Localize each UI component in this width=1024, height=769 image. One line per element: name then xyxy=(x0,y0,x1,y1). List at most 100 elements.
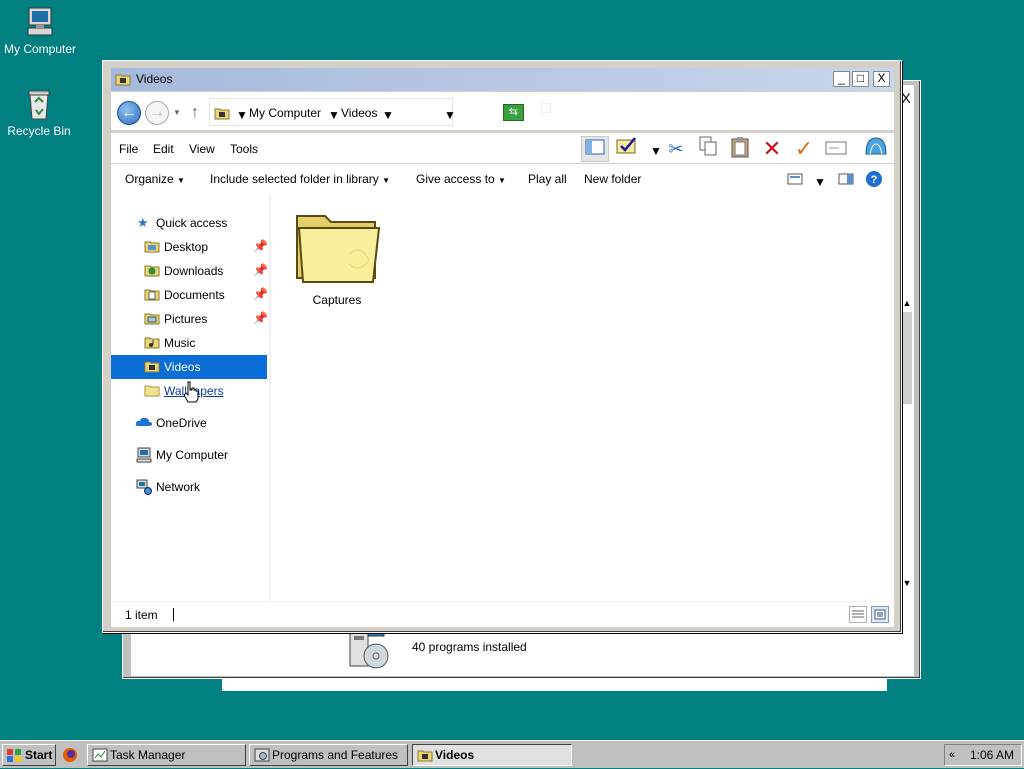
music-folder-icon xyxy=(144,335,160,352)
pin-icon[interactable]: 📌 xyxy=(253,287,268,301)
task-label: Programs and Features xyxy=(272,748,399,762)
documents-folder-icon xyxy=(144,287,160,304)
pin-icon[interactable]: 📌 xyxy=(253,239,268,253)
windows-logo-icon xyxy=(6,748,22,769)
apply-icon[interactable]: ✓ xyxy=(790,136,818,162)
desktop-icon-my-computer[interactable]: My Computer xyxy=(0,6,80,56)
pictures-folder-icon xyxy=(144,311,160,328)
scroll-down-arrow-icon[interactable]: ▼ xyxy=(900,576,914,590)
up-arrow-icon[interactable]: ↑ xyxy=(191,104,199,122)
play-all-button[interactable]: Play all xyxy=(528,172,567,186)
start-label: Start xyxy=(25,748,53,762)
nav-label: My Computer xyxy=(156,448,229,462)
nav-my-computer[interactable]: My Computer xyxy=(111,443,267,467)
nav-network[interactable]: Network xyxy=(111,475,267,499)
nav-label: OneDrive xyxy=(156,416,207,430)
computer-icon xyxy=(136,447,152,466)
menu-edit[interactable]: Edit xyxy=(153,142,174,156)
title-bar[interactable]: Videos _ □ X xyxy=(111,68,894,91)
task-label: Task Manager xyxy=(110,748,186,762)
svg-text:?: ? xyxy=(871,174,878,186)
firefox-icon[interactable] xyxy=(62,747,78,766)
close-button[interactable]: X xyxy=(873,71,890,87)
maximize-button[interactable]: □ xyxy=(852,71,869,87)
internet-icon[interactable] xyxy=(862,136,890,162)
nav-label: Pictures xyxy=(164,312,208,326)
nav-quick-access[interactable]: ★ Quick access xyxy=(111,211,267,235)
help-icon[interactable]: ? xyxy=(865,170,883,191)
rename-icon[interactable] xyxy=(822,136,850,162)
chevron-down-icon[interactable]: ▼ xyxy=(328,108,340,122)
menu-view[interactable]: View xyxy=(189,142,215,156)
chevron-down-icon[interactable]: ▼ xyxy=(814,175,826,189)
search-input[interactable] xyxy=(541,103,551,113)
command-bar: Organize ▼ Include selected folder in li… xyxy=(111,164,894,194)
desktop-icon-recycle-bin[interactable]: Recycle Bin xyxy=(0,88,79,138)
task-videos[interactable]: Videos xyxy=(412,744,572,766)
include-in-library-label: Include selected folder in library xyxy=(210,172,379,186)
nav-item-pictures[interactable]: Pictures 📌 xyxy=(111,307,268,331)
nav-item-videos[interactable]: Videos xyxy=(111,355,267,379)
hand-cursor-icon xyxy=(183,381,199,406)
folder-icon xyxy=(144,383,160,400)
preview-pane-icon[interactable] xyxy=(838,173,854,188)
cut-icon[interactable]: ✂ xyxy=(662,136,690,162)
show-hidden-icons-button[interactable]: « xyxy=(949,745,955,765)
start-button[interactable]: Start xyxy=(2,744,56,766)
delete-icon[interactable]: ✕ xyxy=(758,136,786,162)
videos-folder-icon xyxy=(417,748,433,765)
chevron-down-icon[interactable]: ▼ xyxy=(236,108,248,122)
chevron-down-icon[interactable]: ▼ xyxy=(382,108,394,122)
address-history-chevron-icon[interactable]: ▼ xyxy=(444,108,456,122)
refresh-button[interactable]: ⇆ xyxy=(503,104,524,121)
taskbar: Start Task Manager Programs and Features… xyxy=(0,740,1024,768)
layout-icon[interactable] xyxy=(581,136,609,162)
programs-icon xyxy=(254,748,270,765)
nav-item-desktop[interactable]: Desktop 📌 xyxy=(111,235,268,259)
folder-label: Captures xyxy=(312,293,362,307)
copy-icon[interactable] xyxy=(694,136,722,162)
breadcrumb-my-computer[interactable]: My Computer xyxy=(249,106,321,120)
pin-icon[interactable]: 📌 xyxy=(253,263,268,277)
nav-onedrive[interactable]: OneDrive xyxy=(111,411,267,435)
file-list[interactable]: Captures xyxy=(271,194,894,601)
chevron-down-icon: ▼ xyxy=(382,176,391,185)
address-bar[interactable]: ▼ My Computer ▼ Videos ▼ ▼ xyxy=(209,98,456,126)
system-tray: « 1:06 AM xyxy=(944,744,1022,766)
forward-button[interactable]: → xyxy=(145,101,169,125)
back-button[interactable]: ← xyxy=(117,101,141,125)
chevron-down-icon: ▼ xyxy=(498,176,506,185)
minimize-button[interactable]: _ xyxy=(833,71,850,87)
nav-item-downloads[interactable]: Downloads 📌 xyxy=(111,259,268,283)
menu-file[interactable]: File xyxy=(119,142,138,156)
task-programs-and-features[interactable]: Programs and Features xyxy=(249,744,408,766)
explorer-window[interactable]: Videos _ □ X ← → ▼ ↑ ▼ My Computer ▼ Vid… xyxy=(102,60,902,633)
include-in-library-button[interactable]: Include selected folder in library ▼ xyxy=(210,172,390,186)
recent-locations-chevron-icon[interactable]: ▼ xyxy=(173,108,181,117)
nav-item-music[interactable]: Music xyxy=(111,331,267,355)
videos-folder-icon xyxy=(214,106,230,123)
clock[interactable]: 1:06 AM xyxy=(970,745,1014,765)
scrollbar-thumb[interactable] xyxy=(902,312,912,404)
folder-item[interactable]: Captures xyxy=(287,204,387,307)
scroll-up-arrow-icon[interactable]: ▲ xyxy=(900,296,914,310)
downloads-folder-icon xyxy=(144,263,160,280)
pin-icon[interactable]: 📌 xyxy=(253,311,268,325)
checkmark-select-icon[interactable] xyxy=(613,136,641,162)
window-edge xyxy=(222,679,887,691)
large-icons-view-button[interactable] xyxy=(871,606,889,623)
organize-button[interactable]: Organize ▼ xyxy=(125,172,185,186)
paste-icon[interactable] xyxy=(726,136,754,162)
new-folder-button[interactable]: New folder xyxy=(584,172,641,186)
breadcrumb-videos[interactable]: Videos xyxy=(341,106,377,120)
chevron-down-icon[interactable]: ▼ xyxy=(650,144,662,158)
window-title: Videos xyxy=(136,72,173,86)
computer-icon xyxy=(27,7,53,36)
menu-tools[interactable]: Tools xyxy=(230,142,258,156)
nav-item-documents[interactable]: Documents 📌 xyxy=(111,283,268,307)
details-view-button[interactable] xyxy=(849,606,867,623)
change-view-icon[interactable] xyxy=(787,173,803,188)
task-task-manager[interactable]: Task Manager xyxy=(87,744,246,766)
give-access-button[interactable]: Give access to ▼ xyxy=(416,172,506,186)
desktop-icon-label: My Computer xyxy=(3,42,77,56)
